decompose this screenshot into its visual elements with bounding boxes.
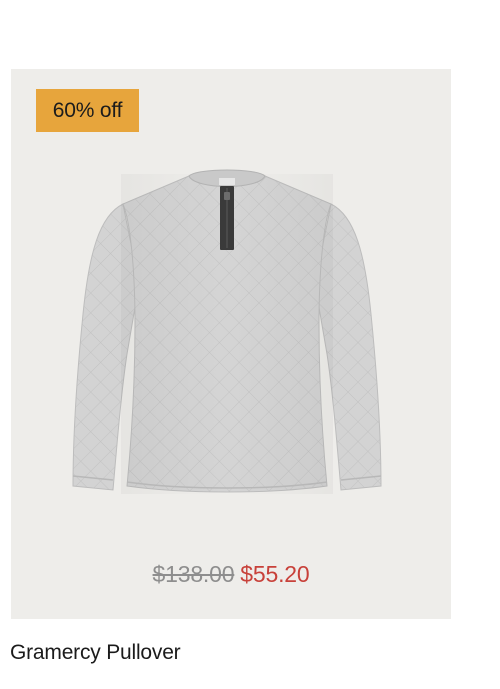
product-card[interactable]: 60% off $138.00 $55.20 Gramercy Pullover — [0, 0, 500, 689]
discount-badge: 60% off — [36, 89, 139, 132]
product-name-link[interactable]: Gramercy Pullover — [10, 640, 181, 666]
pullover-sweater-image[interactable] — [61, 164, 393, 494]
original-price: $138.00 — [152, 561, 235, 587]
sale-price: $55.20 — [240, 561, 310, 587]
product-image-panel[interactable]: 60% off $138.00 $55.20 — [11, 69, 451, 619]
price-row: $138.00 $55.20 — [11, 559, 451, 589]
